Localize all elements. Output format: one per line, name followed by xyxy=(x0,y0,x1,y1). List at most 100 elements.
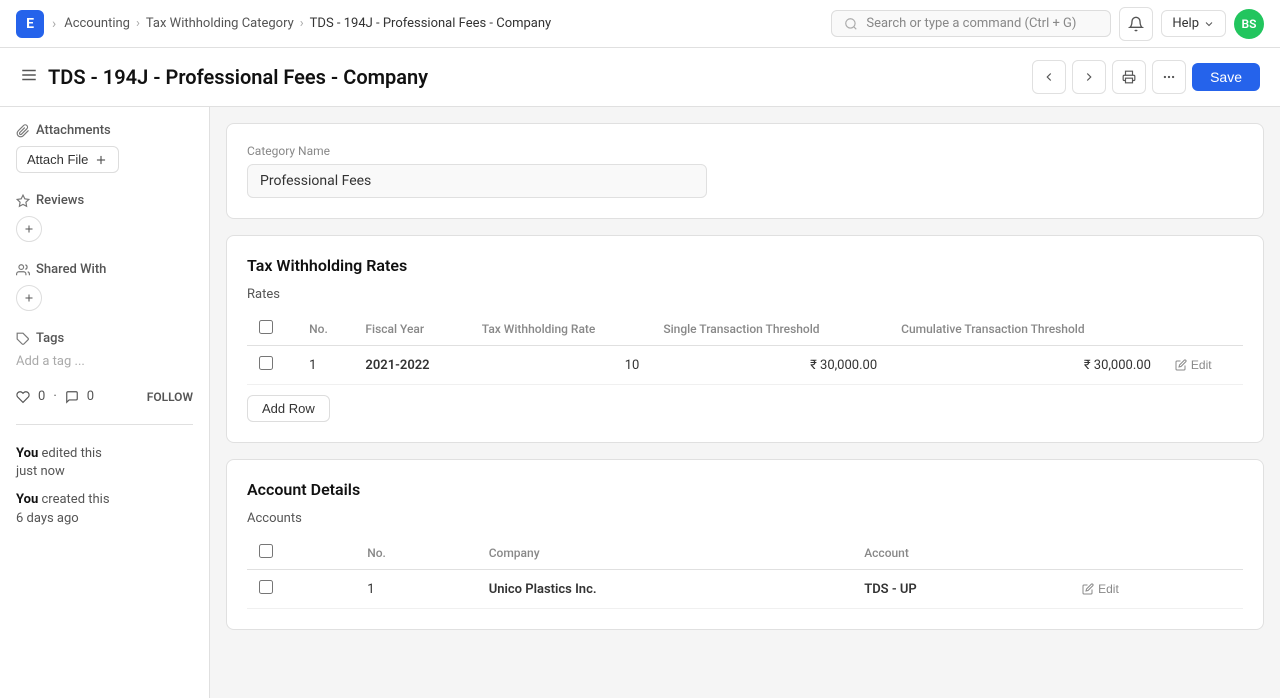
tax-withholding-rates-card: Tax Withholding Rates Rates No. Fiscal Y… xyxy=(226,235,1264,443)
save-button[interactable]: Save xyxy=(1192,63,1260,91)
rates-row-single: ₹ 30,000.00 xyxy=(651,346,889,385)
rates-row-rate: 10 xyxy=(470,346,652,385)
chevron-left-icon xyxy=(1042,70,1056,84)
follow-button[interactable]: FOLLOW xyxy=(147,390,193,404)
rates-table: No. Fiscal Year Tax Withholding Rate Sin… xyxy=(247,312,1243,385)
plus-icon xyxy=(94,153,108,167)
rates-header-row: No. Fiscal Year Tax Withholding Rate Sin… xyxy=(247,312,1243,346)
more-button[interactable] xyxy=(1152,60,1186,94)
accounts-row-company: Unico Plastics Inc. xyxy=(477,570,853,609)
rates-edit-button[interactable]: Edit xyxy=(1175,358,1212,372)
shared-with-label: Shared With xyxy=(36,262,106,277)
heart-icon xyxy=(16,390,30,404)
tags-section: Tags Add a tag ... xyxy=(16,331,193,369)
notification-button[interactable] xyxy=(1119,7,1153,41)
activity-item-2: You created this 6 days ago xyxy=(16,491,193,527)
activity-user-1: You xyxy=(16,446,38,461)
user-avatar[interactable]: BS xyxy=(1234,9,1264,39)
rates-col-actions xyxy=(1163,312,1243,346)
breadcrumb-accounting[interactable]: Accounting xyxy=(64,16,130,31)
accounts-col-checkbox xyxy=(247,536,355,570)
add-review-button[interactable] xyxy=(16,216,42,242)
rates-row-cumulative: ₹ 30,000.00 xyxy=(889,346,1163,385)
accounts-col-no: No. xyxy=(355,536,476,570)
page-title: TDS - 194J - Professional Fees - Company xyxy=(48,65,428,89)
search-placeholder: Search or type a command (Ctrl + G) xyxy=(866,16,1076,31)
activity-user-2: You xyxy=(16,492,38,507)
accounts-sub-label: Accounts xyxy=(247,511,1243,526)
more-icon xyxy=(1162,70,1176,84)
reviews-label: Reviews xyxy=(36,193,84,208)
attachments-section: Attachments Attach File xyxy=(16,123,193,173)
top-nav: E › Accounting › Tax Withholding Categor… xyxy=(0,0,1280,48)
search-bar[interactable]: Search or type a command (Ctrl + G) xyxy=(831,10,1111,37)
tag-input[interactable]: Add a tag ... xyxy=(16,354,193,369)
accounts-select-all[interactable] xyxy=(259,544,273,558)
accounts-header-row: No. Company Account xyxy=(247,536,1243,570)
activity-action-1: edited this xyxy=(38,446,102,461)
accounts-row-edit: Edit xyxy=(1070,570,1243,609)
rates-row-select[interactable] xyxy=(259,356,273,370)
reviews-section: Reviews xyxy=(16,193,193,242)
accounts-section-title: Account Details xyxy=(247,480,1243,499)
rates-section-title: Tax Withholding Rates xyxy=(247,256,1243,275)
category-name-value[interactable]: Professional Fees xyxy=(247,164,707,198)
print-icon xyxy=(1122,70,1136,84)
plus-icon-reviews xyxy=(23,223,35,235)
main-content: Category Name Professional Fees Tax With… xyxy=(210,107,1280,698)
pencil-icon-accounts xyxy=(1082,583,1094,595)
help-label: Help xyxy=(1172,16,1199,31)
attachments-title: Attachments xyxy=(16,123,193,138)
attach-file-label: Attach File xyxy=(27,152,88,167)
header-actions: Save xyxy=(1032,60,1260,94)
activity-time-1: just now xyxy=(16,464,65,479)
rates-col-fiscal: Fiscal Year xyxy=(353,312,469,346)
likes-row: 0 · 0 FOLLOW xyxy=(16,389,193,404)
rates-col-rate: Tax Withholding Rate xyxy=(470,312,652,346)
star-icon xyxy=(16,194,30,208)
sidebar-toggle[interactable] xyxy=(20,66,38,88)
accounts-row-select[interactable] xyxy=(259,580,273,594)
print-button[interactable] xyxy=(1112,60,1146,94)
table-row: 1 2021-2022 10 ₹ 30,000.00 ₹ 30,000.00 E… xyxy=(247,346,1243,385)
accounts-row-checkbox xyxy=(247,570,355,609)
rates-col-cumulative: Cumulative Transaction Threshold xyxy=(889,312,1163,346)
chevron-right-icon xyxy=(1082,70,1096,84)
shared-with-section: Shared With xyxy=(16,262,193,311)
accounts-row-account: TDS - UP xyxy=(852,570,1070,609)
next-button[interactable] xyxy=(1072,60,1106,94)
rates-add-row-button[interactable]: Add Row xyxy=(247,395,330,422)
tags-title: Tags xyxy=(16,331,193,346)
category-name-label: Category Name xyxy=(247,144,1243,158)
rates-row-no: 1 xyxy=(297,346,353,385)
app-icon[interactable]: E xyxy=(16,10,44,38)
attach-file-button[interactable]: Attach File xyxy=(16,146,119,173)
rates-col-no: No. xyxy=(297,312,353,346)
breadcrumb-tax-withholding[interactable]: Tax Withholding Category xyxy=(146,16,294,31)
activity-time-2: 6 days ago xyxy=(16,511,79,526)
sidebar: Attachments Attach File Reviews Shared W… xyxy=(0,107,210,698)
rates-row-edit: Edit xyxy=(1163,346,1243,385)
breadcrumb: Accounting › Tax Withholding Category › … xyxy=(64,16,551,31)
users-icon xyxy=(16,263,30,277)
tags-label: Tags xyxy=(36,331,64,346)
breadcrumb-sep-1: › xyxy=(52,16,56,32)
accounts-table: No. Company Account 1 Unico Plastics Inc… xyxy=(247,536,1243,609)
tag-icon xyxy=(16,332,30,346)
prev-button[interactable] xyxy=(1032,60,1066,94)
breadcrumb-sep-2: › xyxy=(136,16,140,31)
page-title-row: TDS - 194J - Professional Fees - Company xyxy=(20,65,428,89)
accounts-edit-button[interactable]: Edit xyxy=(1082,582,1119,596)
help-button[interactable]: Help xyxy=(1161,10,1226,37)
page-header: TDS - 194J - Professional Fees - Company… xyxy=(0,48,1280,107)
accounts-col-actions xyxy=(1070,536,1243,570)
rates-row-fiscal: 2021-2022 xyxy=(353,346,469,385)
breadcrumb-current: TDS - 194J - Professional Fees - Company xyxy=(310,16,552,31)
activity-action-2: created this xyxy=(38,492,109,507)
rates-select-all[interactable] xyxy=(259,320,273,334)
likes-count: 0 xyxy=(38,389,45,404)
category-name-card: Category Name Professional Fees xyxy=(226,123,1264,219)
account-details-card: Account Details Accounts No. Company Acc… xyxy=(226,459,1264,630)
add-shared-button[interactable] xyxy=(16,285,42,311)
plus-icon-shared xyxy=(23,292,35,304)
